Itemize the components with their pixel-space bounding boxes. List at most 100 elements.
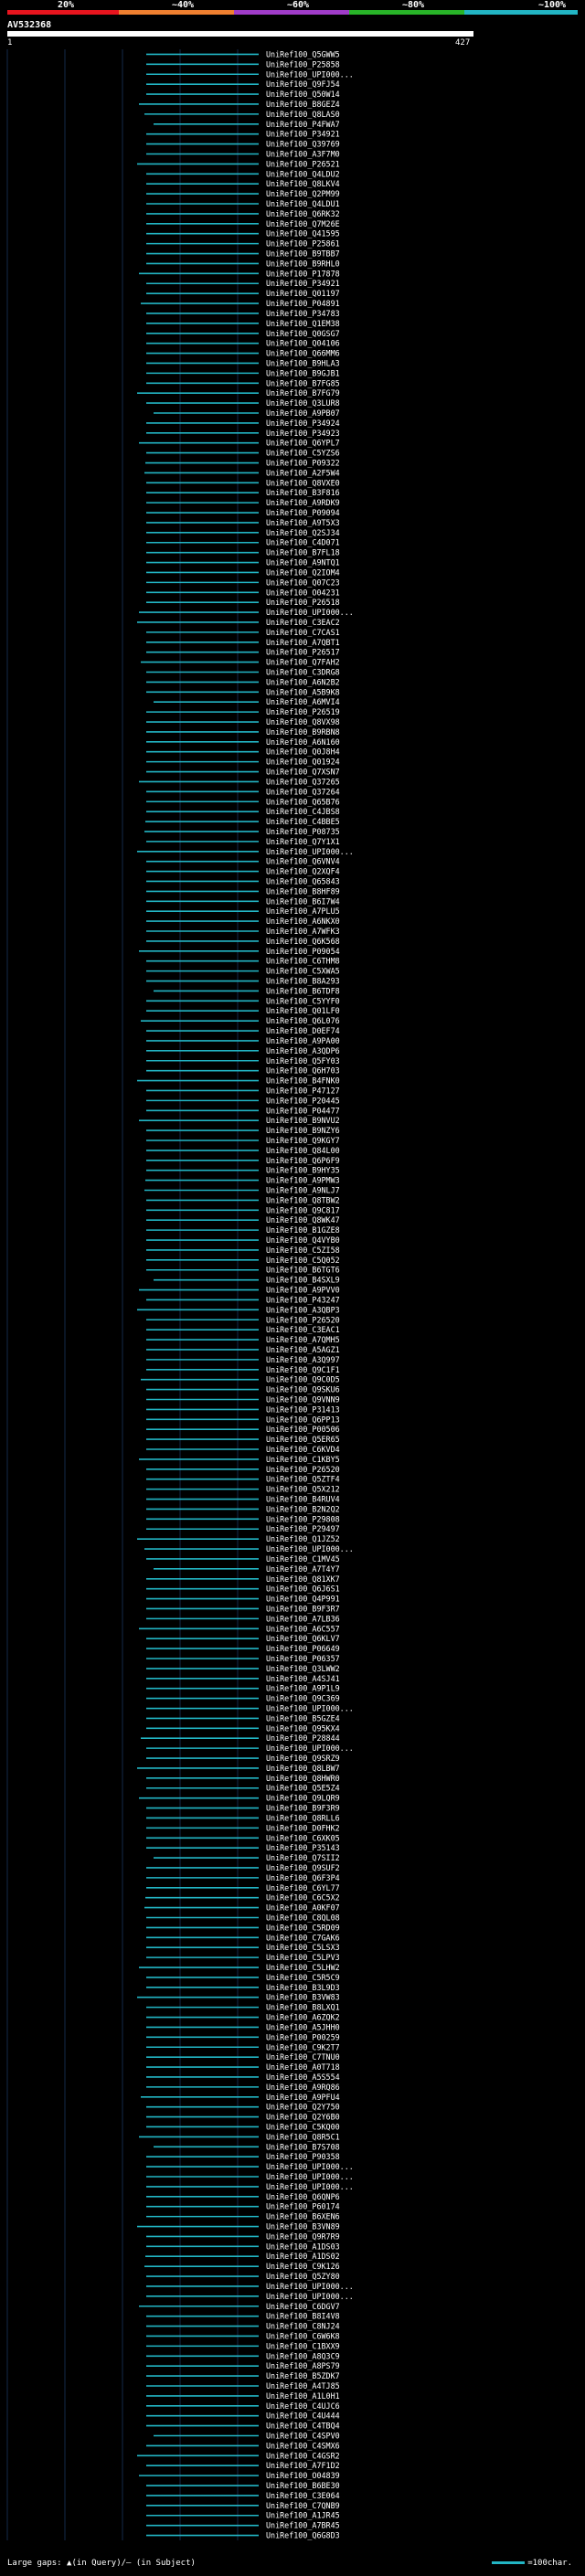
hit-row[interactable]: UniRef100_P26520 — [146, 1315, 340, 1324]
hit-label[interactable]: UniRef100_Q5GWW5 — [266, 49, 340, 58]
hit-row[interactable]: UniRef100_Q0GSG7 — [146, 329, 340, 338]
hit-row[interactable]: UniRef100_P43247 — [146, 1295, 340, 1304]
hit-row[interactable]: UniRef100_B5ZDK7 — [146, 2371, 340, 2380]
hit-label[interactable]: UniRef100_Q6QNP6 — [266, 2192, 340, 2201]
hit-label[interactable]: UniRef100_Q2PM99 — [266, 189, 340, 198]
hit-row[interactable]: UniRef100_B9NVU2 — [139, 1116, 340, 1125]
hit-label[interactable]: UniRef100_Q07C23 — [266, 578, 340, 587]
hit-label[interactable]: UniRef100_A9PVV0 — [266, 1286, 340, 1295]
hit-label[interactable]: UniRef100_UPI000... — [266, 69, 354, 79]
hit-row[interactable]: UniRef100_P31413 — [146, 1405, 340, 1414]
hit-label[interactable]: UniRef100_UPI000... — [266, 2162, 354, 2171]
hit-label[interactable]: UniRef100_Q50W14 — [266, 90, 340, 99]
hit-label[interactable]: UniRef100_P26520 — [266, 1315, 340, 1324]
hit-row[interactable]: UniRef100_B9F3R7 — [146, 1604, 340, 1613]
hit-row[interactable]: UniRef100_D0FHK2 — [146, 1823, 340, 1832]
hit-label[interactable]: UniRef100_P35143 — [266, 1843, 340, 1852]
hit-row[interactable]: UniRef100_C5RD09 — [146, 1923, 340, 1932]
hit-row[interactable]: UniRef100_C7GAK6 — [146, 1933, 340, 1942]
hit-label[interactable]: UniRef100_B9HY35 — [266, 1166, 340, 1175]
hit-label[interactable]: UniRef100_C1KBY5 — [266, 1455, 340, 1464]
hit-label[interactable]: UniRef100_Q0GSG7 — [266, 329, 340, 338]
hit-label[interactable]: UniRef100_D0FHK2 — [266, 1823, 340, 1832]
hit-label[interactable]: UniRef100_B5ZDK7 — [266, 2371, 340, 2380]
hit-label[interactable]: UniRef100_Q6VNV4 — [266, 857, 340, 866]
hit-row[interactable]: UniRef100_P09322 — [145, 459, 340, 468]
hit-row[interactable]: UniRef100_Q9R7R9 — [146, 2231, 340, 2241]
hit-row[interactable]: UniRef100_Q6H703 — [146, 1066, 340, 1076]
hit-row[interactable]: UniRef100_A4TJ85 — [146, 2381, 340, 2390]
hit-label[interactable]: UniRef100_P25858 — [266, 59, 340, 69]
hit-label[interactable]: UniRef100_A1DS03 — [266, 2242, 340, 2251]
hit-label[interactable]: UniRef100_UPI000... — [266, 1704, 354, 1713]
hit-label[interactable]: UniRef100_P60174 — [266, 2202, 340, 2211]
hit-row[interactable]: UniRef100_C5R5C9 — [146, 1973, 340, 1982]
hit-row[interactable]: UniRef100_Q9SUF2 — [146, 1863, 340, 1872]
hit-label[interactable]: UniRef100_Q01197 — [266, 289, 340, 298]
hit-label[interactable]: UniRef100_A9NLJ7 — [266, 1186, 340, 1195]
hit-row[interactable]: UniRef100_C5YYF0 — [146, 996, 340, 1005]
hit-row[interactable]: UniRef100_A3F7M0 — [146, 149, 340, 158]
hit-row[interactable]: UniRef100_B9HLA3 — [146, 358, 340, 367]
hit-label[interactable]: UniRef100_A8PS79 — [266, 2361, 340, 2370]
hit-label[interactable]: UniRef100_Q5ZY80 — [266, 2272, 340, 2281]
hit-label[interactable]: UniRef100_C6YL77 — [266, 1883, 340, 1892]
hit-row[interactable]: UniRef100_Q9C1F1 — [146, 1365, 340, 1374]
hit-row[interactable]: UniRef100_A9RDK9 — [146, 498, 340, 507]
hit-row[interactable]: UniRef100_C6KVD4 — [146, 1445, 340, 1454]
hit-row[interactable]: UniRef100_Q7XSN7 — [146, 768, 340, 777]
hit-row[interactable]: UniRef100_C9K126 — [144, 2262, 340, 2271]
hit-row[interactable]: UniRef100_B7FG79 — [137, 388, 340, 398]
hit-label[interactable]: UniRef100_UPI000... — [266, 2292, 354, 2301]
hit-label[interactable]: UniRef100_D0EF74 — [266, 1026, 340, 1035]
hit-label[interactable]: UniRef100_Q6H703 — [266, 1066, 340, 1076]
hit-row[interactable]: UniRef100_B6TDF8 — [154, 986, 340, 995]
hit-row[interactable]: UniRef100_A2F5W4 — [144, 468, 340, 477]
hit-label[interactable]: UniRef100_C6THM8 — [266, 957, 340, 966]
hit-label[interactable]: UniRef100_C4GSR2 — [266, 2451, 340, 2460]
hit-label[interactable]: UniRef100_C5RD09 — [266, 1923, 340, 1932]
hit-row[interactable]: UniRef100_C4UJC6 — [146, 2401, 340, 2411]
hit-label[interactable]: UniRef100_Q9R7R9 — [266, 2231, 340, 2241]
hit-row[interactable]: UniRef100_Q9SKU6 — [146, 1385, 340, 1394]
hit-row[interactable]: UniRef100_Q1JZ52 — [137, 1534, 340, 1543]
hit-label[interactable]: UniRef100_B9RBN8 — [266, 727, 340, 737]
hit-label[interactable]: UniRef100_Q9FJ54 — [266, 80, 340, 89]
hit-label[interactable]: UniRef100_A9PB07 — [266, 408, 340, 418]
hit-label[interactable]: UniRef100_A9T5X3 — [266, 518, 340, 527]
hit-label[interactable]: UniRef100_C4D071 — [266, 538, 340, 547]
hit-row[interactable]: UniRef100_A7LB36 — [146, 1614, 340, 1623]
hit-row[interactable]: UniRef100_C8NJ24 — [146, 2322, 340, 2331]
hit-label[interactable]: UniRef100_A7BR45 — [266, 2521, 340, 2530]
hit-label[interactable]: UniRef100_P17878 — [266, 269, 340, 278]
hit-label[interactable]: UniRef100_C5Q052 — [266, 1256, 340, 1265]
hit-label[interactable]: UniRef100_UPI000... — [266, 1544, 354, 1553]
hit-row[interactable]: UniRef100_P00259 — [146, 2032, 340, 2041]
hit-label[interactable]: UniRef100_Q8LAS0 — [266, 110, 340, 119]
hit-label[interactable]: UniRef100_P26519 — [266, 707, 340, 716]
hit-label[interactable]: UniRef100_Q84L00 — [266, 1146, 340, 1155]
hit-row[interactable]: UniRef100_Q7SII2 — [154, 1853, 340, 1862]
hit-label[interactable]: UniRef100_Q3LUR8 — [266, 398, 340, 408]
hit-label[interactable]: UniRef100_C4UJC6 — [266, 2401, 340, 2411]
hit-row[interactable]: UniRef100_Q8VXE0 — [146, 478, 340, 487]
hit-row[interactable]: UniRef100_UPI000... — [146, 2162, 354, 2171]
hit-row[interactable]: UniRef100_Q7Y1X1 — [146, 837, 340, 846]
hit-label[interactable]: UniRef100_Q6G8D3 — [266, 2531, 340, 2540]
hit-row[interactable]: UniRef100_Q7FAH2 — [141, 658, 340, 667]
hit-label[interactable]: UniRef100_C4SMX6 — [266, 2441, 340, 2450]
hit-label[interactable]: UniRef100_Q65843 — [266, 876, 340, 885]
hit-label[interactable]: UniRef100_B4FNK0 — [266, 1076, 340, 1086]
hit-label[interactable]: UniRef100_Q37265 — [266, 777, 340, 786]
hit-label[interactable]: UniRef100_P26518 — [266, 598, 340, 607]
hit-label[interactable]: UniRef100_Q5FY03 — [266, 1056, 340, 1065]
hit-row[interactable]: UniRef100_C6THM8 — [146, 957, 340, 966]
hit-row[interactable]: UniRef100_A3QBP3 — [137, 1305, 340, 1314]
hit-label[interactable]: UniRef100_B7FG79 — [266, 388, 340, 398]
hit-label[interactable]: UniRef100_A1L0H1 — [266, 2391, 340, 2401]
hit-label[interactable]: UniRef100_Q6J6S1 — [266, 1585, 340, 1594]
hit-row[interactable]: UniRef100_B8LXQ1 — [146, 2003, 340, 2012]
hit-label[interactable]: UniRef100_B3F816 — [266, 488, 340, 497]
hit-row[interactable]: UniRef100_C1MV45 — [146, 1554, 340, 1564]
hit-label[interactable]: UniRef100_Q9SUF2 — [266, 1863, 340, 1872]
